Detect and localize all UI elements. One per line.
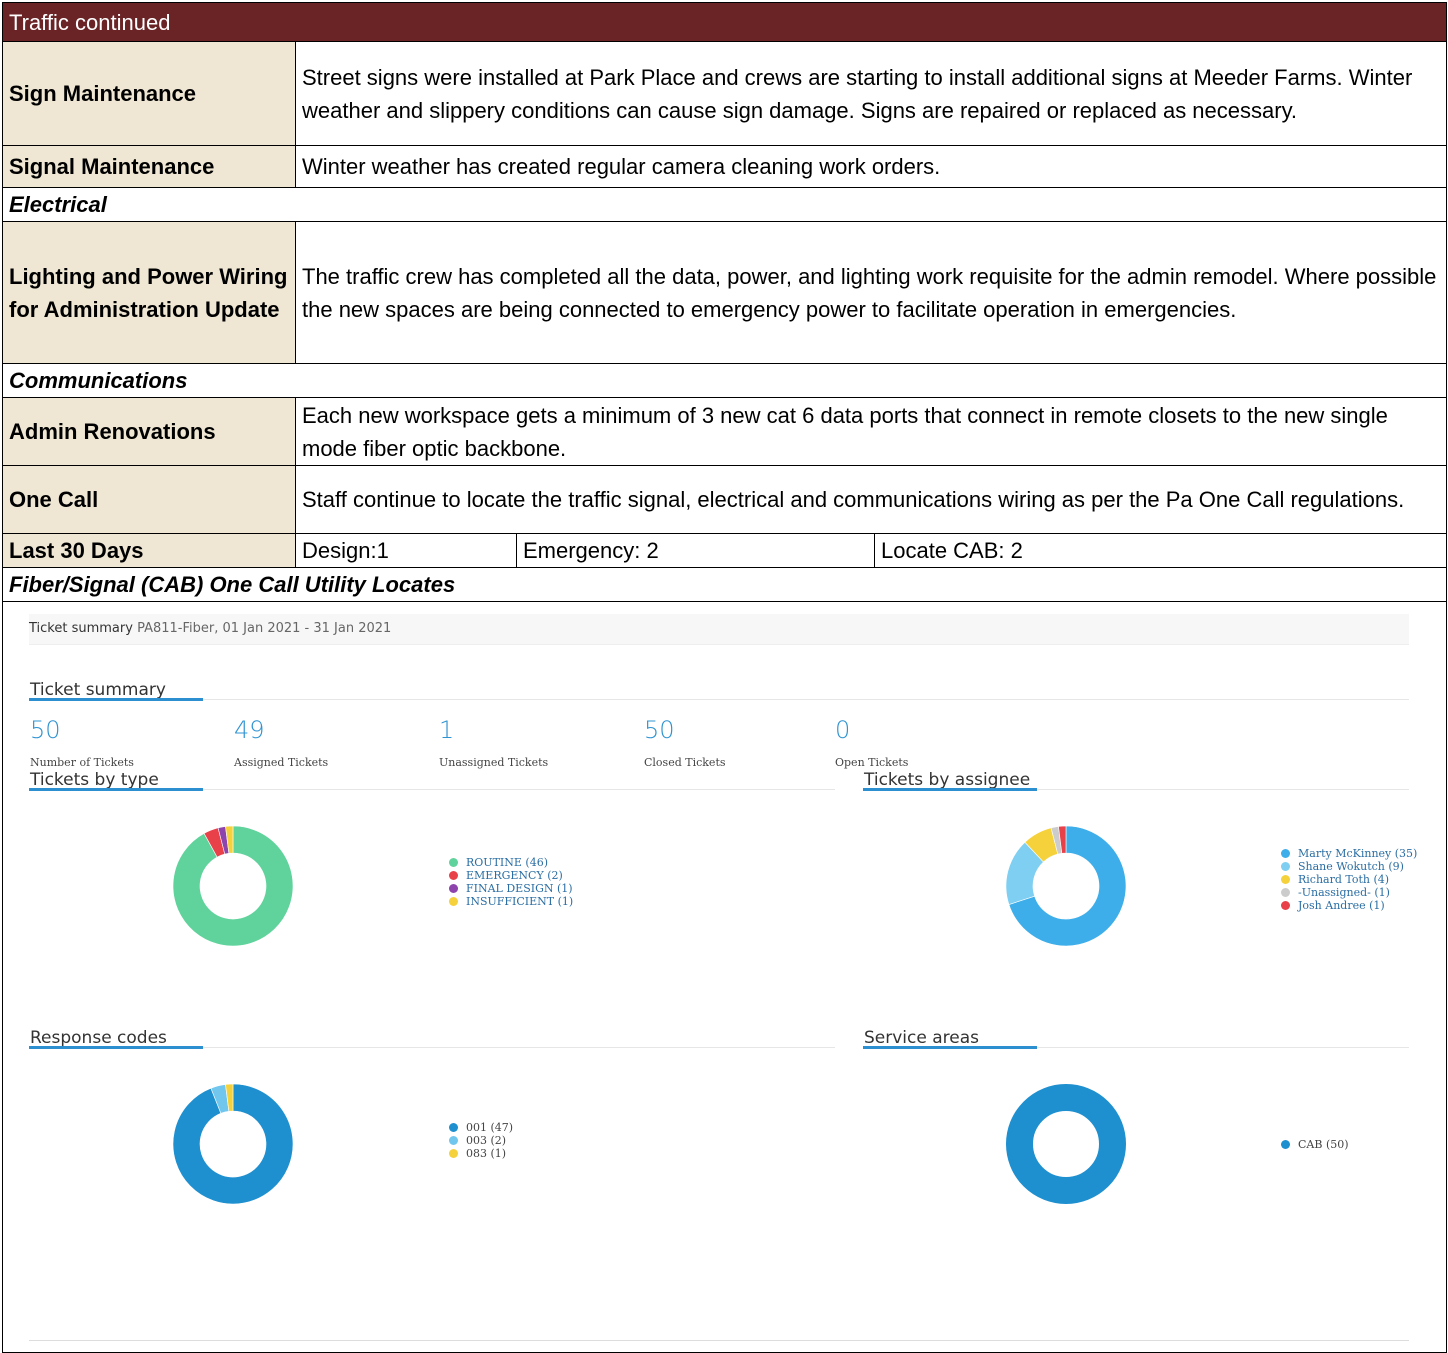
legend-swatch (1281, 1140, 1290, 1149)
tickets-by-type-donut (172, 825, 294, 947)
row-text-one-call: Staff continue to locate the traffic sig… (295, 465, 1447, 534)
row-label-signal-maintenance: Signal Maintenance (2, 145, 296, 188)
legend-label: Josh Andree (1) (1298, 899, 1385, 912)
legend-swatch (1281, 875, 1290, 884)
legend-label: INSUFFICIENT (1) (466, 895, 574, 908)
subsection-communications: Communications (2, 363, 1447, 398)
dashboard-title: Ticket summary (29, 621, 133, 636)
heading-underline (863, 788, 1037, 791)
stat-label: Unassigned Tickets (439, 756, 549, 769)
row-label-sign-maintenance: Sign Maintenance (2, 41, 296, 146)
row-label-last-30-days: Last 30 Days (2, 533, 296, 568)
stat-value: 1 (439, 716, 455, 744)
heading-underline (29, 698, 203, 701)
legend-item: Josh Andree (1) (1281, 899, 1417, 912)
dashboard-range: PA811-Fiber, 01 Jan 2021 - 31 Jan 2021 (137, 621, 392, 636)
response-codes-legend: 001 (47) 003 (2) 083 (1) (449, 1121, 513, 1160)
legend-swatch (449, 1149, 458, 1158)
service-areas-donut (1006, 1084, 1126, 1204)
last30-locate: Locate CAB: 2 (874, 533, 1447, 568)
tickets-by-assignee-heading: Tickets by assignee (864, 770, 1031, 790)
legend-label: CAB (50) (1298, 1138, 1349, 1151)
row-label-one-call: One Call (2, 465, 296, 534)
legend-item: 083 (1) (449, 1147, 513, 1160)
legend-item: CAB (50) (1281, 1138, 1349, 1151)
stat-value: 50 (30, 716, 61, 744)
divider (29, 699, 1409, 700)
service-areas-legend: CAB (50) (1281, 1138, 1349, 1151)
legend-item: INSUFFICIENT (1) (449, 895, 573, 908)
divider (29, 1340, 1409, 1341)
stat-value: 50 (644, 716, 675, 744)
tickets-by-type-heading: Tickets by type (30, 770, 159, 790)
heading-underline (29, 1046, 203, 1049)
legend-swatch (449, 1123, 458, 1132)
row-text-admin-renovations: Each new workspace gets a minimum of 3 n… (295, 397, 1447, 466)
legend-swatch (449, 897, 458, 906)
row-label-admin-renovations: Admin Renovations (2, 397, 296, 466)
response-codes-heading: Response codes (30, 1028, 167, 1048)
legend-swatch (1281, 862, 1290, 871)
tickets-by-type-legend: ROUTINE (46) EMERGENCY (2) FINAL DESIGN (1… (449, 856, 573, 908)
dashboard-cell: Ticket summary PA811-Fiber, 01 Jan 2021 … (2, 601, 1447, 1353)
ticket-dashboard: Ticket summary PA811-Fiber, 01 Jan 2021 … (3, 602, 1446, 1352)
legend-swatch (449, 1136, 458, 1145)
legend-label: 083 (1) (466, 1147, 507, 1160)
tickets-by-assignee-donut (1005, 825, 1127, 947)
response-codes-donut (172, 1083, 294, 1205)
legend-swatch (449, 884, 458, 893)
section-header: Traffic continued (2, 2, 1447, 42)
ticket-summary-heading: Ticket summary (30, 680, 166, 700)
legend-swatch (1281, 901, 1290, 910)
heading-underline (863, 1046, 1037, 1049)
row-text-lighting: The traffic crew has completed all the d… (295, 221, 1447, 364)
stat-label: Assigned Tickets (234, 756, 329, 769)
legend-swatch (1281, 849, 1290, 858)
dashboard-title-bar: Ticket summary PA811-Fiber, 01 Jan 2021 … (29, 614, 1409, 645)
stat-unassigned-tickets: 1 Unassigned Tickets (439, 716, 548, 779)
subsection-fiber-signal: Fiber/Signal (CAB) One Call Utility Loca… (2, 567, 1447, 602)
row-label-lighting: Lighting and Power Wiring for Administra… (2, 221, 296, 364)
subsection-electrical: Electrical (2, 187, 1447, 222)
last30-emergency: Emergency: 2 (516, 533, 875, 568)
legend-swatch (449, 858, 458, 867)
last30-design: Design:1 (295, 533, 517, 568)
stat-closed-tickets: 50 Closed Tickets (644, 716, 726, 779)
stat-value: 49 (234, 716, 265, 744)
donut-slice (1006, 1084, 1126, 1204)
row-text-signal-maintenance: Winter weather has created regular camer… (295, 145, 1447, 188)
heading-underline (29, 788, 203, 791)
legend-swatch (1281, 888, 1290, 897)
report-table: Traffic continued Sign Maintenance Stree… (2, 2, 1447, 1353)
stat-label: Closed Tickets (644, 756, 726, 769)
stat-assigned-tickets: 49 Assigned Tickets (234, 716, 328, 779)
stat-value: 0 (835, 716, 851, 744)
legend-swatch (449, 871, 458, 880)
tickets-by-assignee-legend: Marty McKinney (35) Shane Wokutch (9) Rich… (1281, 847, 1417, 912)
row-text-sign-maintenance: Street signs were installed at Park Plac… (295, 41, 1447, 146)
service-areas-heading: Service areas (864, 1028, 979, 1048)
